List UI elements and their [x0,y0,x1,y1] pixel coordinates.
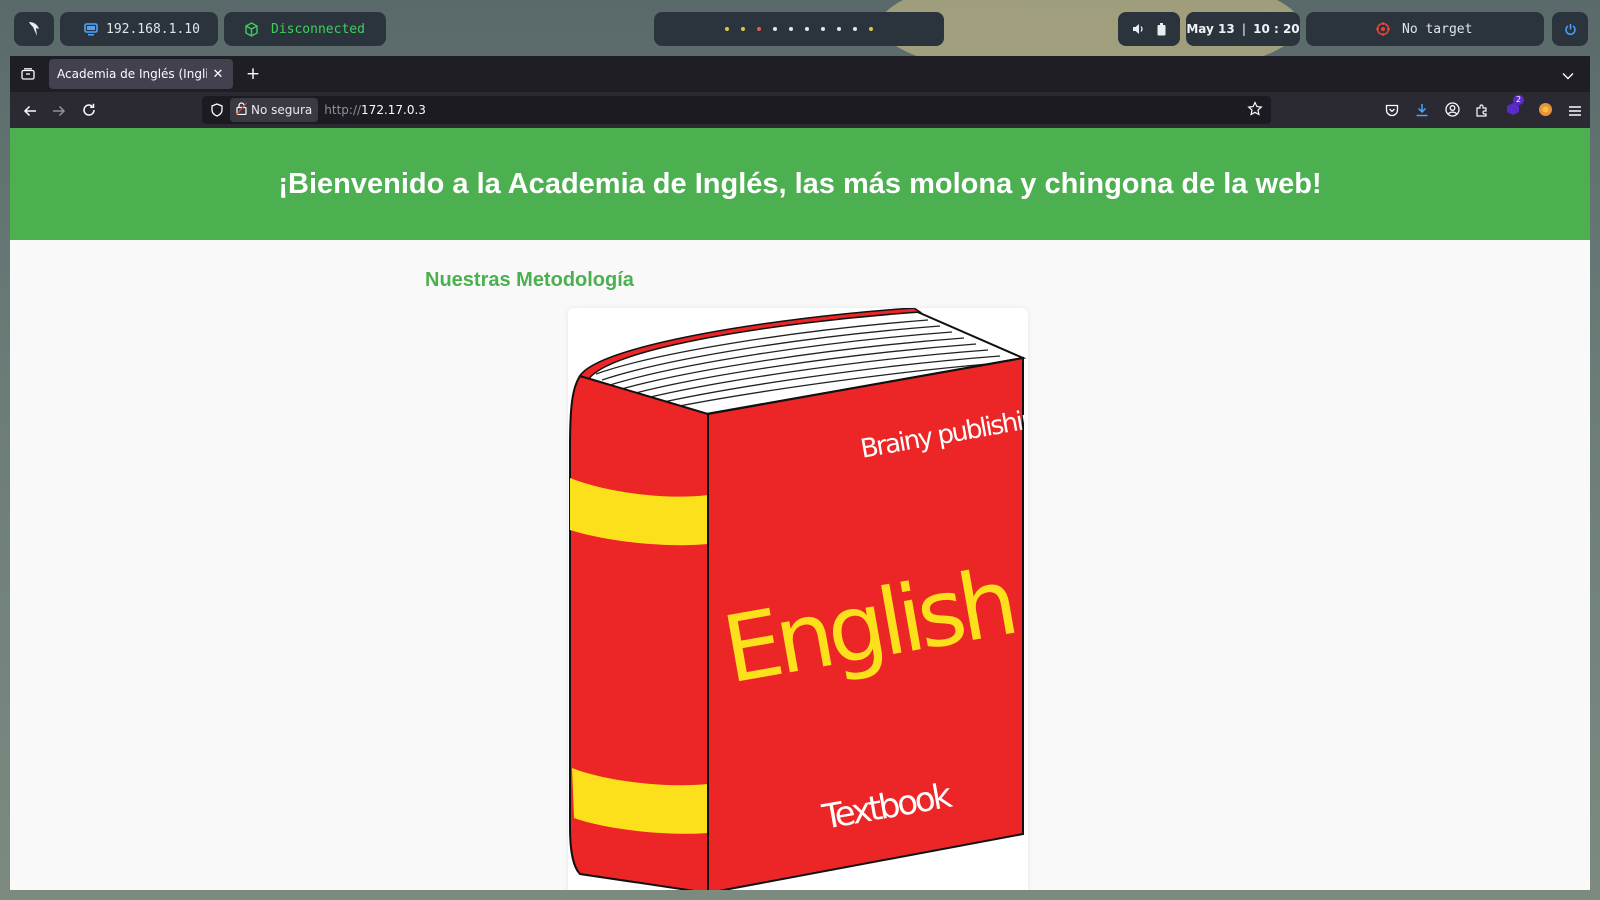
connection-security-button[interactable]: No segura [230,98,319,122]
battery-icon[interactable] [1157,22,1166,36]
power-icon [1564,23,1577,36]
arrow-right-icon [52,102,66,121]
workspace-dot[interactable] [853,27,857,31]
page-header: ¡Bienvenido a la Academia de Inglés, las… [10,128,1590,240]
desktop-top-bar: 192.168.1.10 Disconnected May 13 | 10 : … [0,0,1600,80]
downloads-button[interactable] [1411,100,1433,122]
workspace-dot[interactable] [789,27,793,31]
workspace-dot[interactable] [741,27,745,31]
clock-widget[interactable]: May 13 | 10 : 20 [1186,12,1300,46]
workspace-dot[interactable] [757,27,761,31]
broken-lock-icon [236,102,247,118]
extension-button-purple[interactable]: 2 [1502,95,1525,122]
address-bar[interactable]: No segura http://172.17.0.3 [202,96,1271,124]
page-title: ¡Bienvenido a la Academia de Inglés, las… [278,167,1322,200]
folder-icon [21,65,35,84]
extension-button-orange[interactable] [1534,100,1556,122]
web-page: ¡Bienvenido a la Academia de Inglés, las… [10,128,1590,890]
url-host: 172.17.0.3 [361,103,426,117]
workspace-dot[interactable] [805,27,809,31]
app-menu-button[interactable] [1564,100,1586,122]
reload-button[interactable] [78,100,100,122]
workspace-dot[interactable] [725,27,729,31]
target-widget[interactable]: No target [1306,12,1544,46]
account-button[interactable] [1441,100,1463,122]
section-title: Nuestras Metodología [425,269,634,291]
target-icon [1376,22,1390,36]
os-logo-icon [25,20,43,38]
target-text: No target [1402,21,1473,37]
tab-title: Academia de Inglés (Inglis A [57,67,207,81]
list-all-tabs-button[interactable] [1558,64,1578,84]
chevron-down-icon [1562,65,1574,84]
workspace-switcher[interactable] [654,12,944,46]
close-tab-icon[interactable]: ✕ [211,67,225,82]
forward-button[interactable] [48,100,70,122]
url-text[interactable]: http://172.17.0.3 [324,103,426,117]
extension-purple-icon: 2 [1505,95,1525,121]
browser-tab[interactable]: Academia de Inglés (Inglis A ✕ [49,59,233,89]
puzzle-icon [1475,102,1489,121]
hamburger-menu-icon [1568,102,1582,121]
workspace-dot[interactable] [821,27,825,31]
pocket-icon [1385,102,1399,121]
vpn-status-widget[interactable]: Disconnected [224,12,386,46]
workspace-dot[interactable] [773,27,777,31]
book-image-card: Brainy publishing English Textbook [568,308,1028,890]
english-book-illustration: Brainy publishing English Textbook [569,308,1028,890]
account-icon [1444,101,1460,121]
date-time-separator: | [1241,22,1247,36]
shield-icon[interactable] [204,103,230,117]
security-label: No segura [251,103,313,117]
vpn-status-text: Disconnected [271,21,365,37]
extension-orange-icon [1538,102,1553,121]
reload-icon [82,102,96,121]
volume-icon[interactable] [1132,23,1145,35]
arrow-left-icon [23,102,37,121]
extensions-button[interactable] [1471,100,1493,122]
new-tab-button[interactable]: + [243,64,263,84]
tab-list-button[interactable] [18,64,38,84]
bookmark-star-icon[interactable] [1247,101,1263,120]
cube-icon [244,21,259,37]
os-menu-button[interactable] [14,12,54,46]
system-tray[interactable] [1118,12,1180,46]
ip-address-widget[interactable]: 192.168.1.10 [60,12,218,46]
workspace-dot[interactable] [869,27,873,31]
monitor-icon [84,22,98,36]
tab-strip: Academia de Inglés (Inglis A ✕ + [10,56,1590,92]
time-text: 10 : 20 [1253,22,1300,36]
pocket-button[interactable] [1381,100,1403,122]
workspace-dot[interactable] [837,27,841,31]
back-button[interactable] [19,100,41,122]
ip-address-text: 192.168.1.10 [106,21,200,37]
url-prefix: http:// [324,103,362,117]
date-text: May 13 [1186,22,1235,36]
download-icon [1415,102,1429,121]
power-button[interactable] [1552,12,1588,46]
browser-window: Academia de Inglés (Inglis A ✕ + [10,56,1590,890]
navigation-toolbar: No segura http://172.17.0.3 2 [10,92,1590,128]
extension-badge: 2 [1513,95,1525,105]
